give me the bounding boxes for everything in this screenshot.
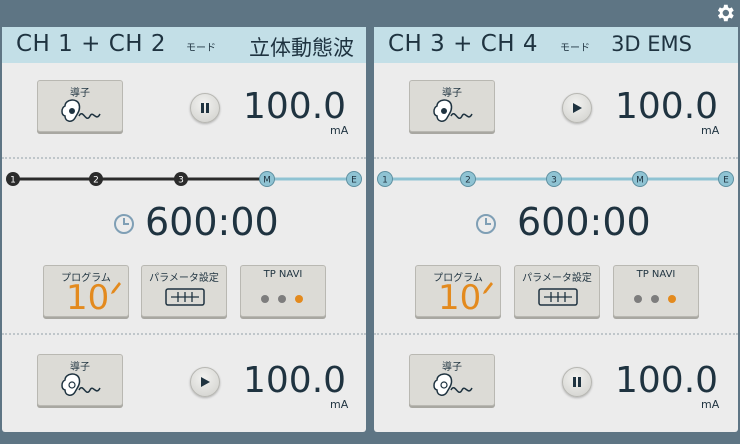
probe-label: 導子	[70, 88, 90, 99]
timer-icon	[114, 214, 134, 234]
program-button[interactable]: プログラム 10	[43, 265, 129, 318]
divider	[2, 157, 366, 159]
tp-navi-label: TP NAVI	[263, 269, 303, 280]
probe-button-bottom[interactable]: 導子	[37, 354, 123, 406]
navi-dots-icon	[261, 295, 303, 303]
progress-marker-e: E	[346, 171, 362, 187]
tp-navi-label: TP NAVI	[636, 269, 676, 280]
current-unit: mA	[330, 124, 349, 137]
play-button[interactable]	[562, 93, 592, 123]
svg-text:M: M	[263, 176, 271, 186]
divider	[2, 333, 366, 335]
gear-icon[interactable]	[714, 2, 736, 24]
parameter-settings-button[interactable]: パラメータ設定	[514, 265, 600, 317]
probe-label: 導子	[442, 362, 462, 373]
current-unit: mA	[701, 124, 720, 137]
progress-marker-e: E	[718, 171, 734, 187]
probe-icon	[61, 373, 101, 396]
svg-text:1: 1	[382, 176, 388, 186]
svg-text:3: 3	[551, 176, 557, 186]
panel-header: CH 1 + CH 2 モード 立体動態波	[2, 27, 366, 63]
progress-marker-2: 2	[89, 172, 103, 186]
mode-label: モード	[560, 43, 590, 54]
progress-marker-1: 1	[377, 171, 393, 187]
parameter-label: パラメータ設定	[522, 273, 592, 284]
channel-title: CH 1 + CH 2	[16, 31, 166, 57]
svg-text:E: E	[723, 176, 729, 186]
pause-button[interactable]	[190, 93, 220, 123]
pause-button[interactable]	[562, 367, 592, 397]
panel-header: CH 3 + CH 4 モード 3D EMS	[374, 27, 738, 63]
pencil-icon	[483, 282, 493, 294]
probe-button-top[interactable]: 導子	[37, 80, 123, 132]
svg-text:1: 1	[10, 176, 16, 186]
svg-text:3: 3	[178, 176, 184, 186]
current-unit: mA	[701, 398, 720, 411]
probe-icon	[433, 99, 473, 122]
progress-marker-3: 3	[174, 172, 188, 186]
progress-marker-3: 3	[546, 171, 562, 187]
program-number: 10	[438, 278, 482, 318]
current-value: 100.0	[615, 360, 719, 401]
navi-dots-icon	[634, 295, 676, 303]
current-value: 100.0	[243, 360, 347, 401]
probe-button-top[interactable]: 導子	[409, 80, 495, 132]
tp-navi-button[interactable]: TP NAVI	[240, 265, 326, 317]
probe-label: 導子	[442, 88, 462, 99]
probe-label: 導子	[70, 362, 90, 373]
svg-text:E: E	[351, 176, 357, 186]
play-icon	[573, 103, 582, 113]
progress-marker-2: 2	[460, 171, 476, 187]
progress-marker-m: M	[632, 171, 648, 187]
pause-icon	[573, 377, 581, 387]
svg-text:2: 2	[465, 176, 471, 186]
parameter-label: パラメータ設定	[149, 273, 219, 284]
timer-value: 600:00	[517, 200, 651, 244]
svg-text:M: M	[636, 176, 644, 186]
parameter-settings-button[interactable]: パラメータ設定	[141, 265, 227, 317]
current-value: 100.0	[615, 86, 719, 127]
progress-track: 1 2 3 M E	[377, 171, 734, 187]
divider	[374, 333, 738, 335]
probe-icon	[61, 99, 101, 122]
channel-panel-3-4: CH 3 + CH 4 モード 3D EMS 導子 100.0 mA 1 2 3	[374, 27, 738, 432]
parameter-grid-icon	[165, 288, 205, 306]
current-value: 100.0	[243, 86, 347, 127]
probe-icon	[433, 373, 473, 396]
current-unit: mA	[330, 398, 349, 411]
channel-title: CH 3 + CH 4	[388, 31, 538, 57]
progress-track: 1 2 3 M E	[6, 171, 362, 187]
pencil-icon	[111, 282, 121, 294]
program-number: 10	[66, 278, 110, 318]
divider	[374, 157, 738, 159]
program-button[interactable]: プログラム 10	[415, 265, 501, 318]
svg-text:2: 2	[93, 176, 99, 186]
channel-panel-1-2: CH 1 + CH 2 モード 立体動態波 導子 100.0 mA 1 2 3 …	[2, 27, 366, 432]
progress-marker-1: 1	[6, 172, 20, 186]
timer-value: 600:00	[145, 200, 279, 244]
mode-label: モード	[186, 43, 216, 54]
progress-marker-m: M	[259, 171, 275, 187]
pause-icon	[201, 103, 209, 113]
tp-navi-button[interactable]: TP NAVI	[613, 265, 699, 317]
mode-value[interactable]: 3D EMS	[611, 32, 692, 56]
probe-button-bottom[interactable]: 導子	[409, 354, 495, 406]
parameter-grid-icon	[538, 288, 578, 306]
mode-value[interactable]: 立体動態波	[249, 32, 354, 62]
play-button[interactable]	[190, 367, 220, 397]
timer-icon	[476, 214, 496, 234]
play-icon	[201, 377, 210, 387]
